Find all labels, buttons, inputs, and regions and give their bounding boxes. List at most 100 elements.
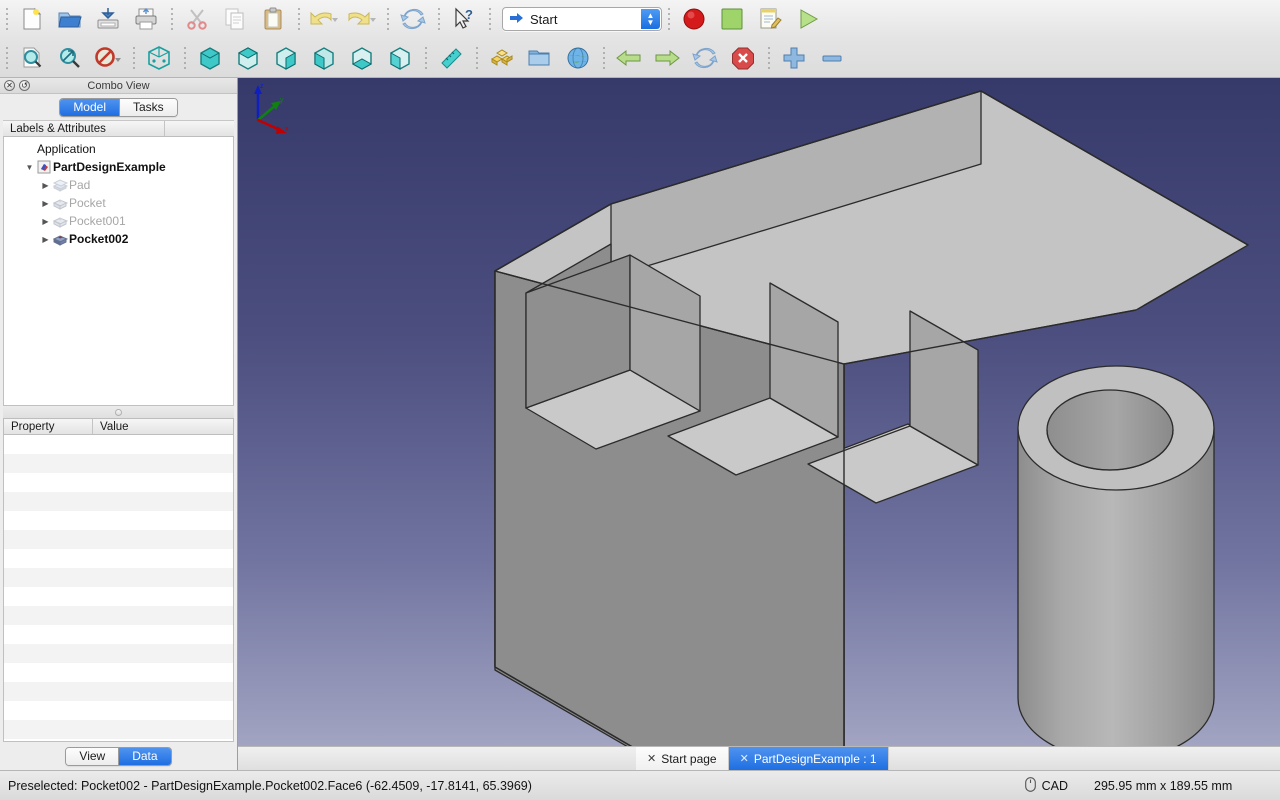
web-button[interactable] [559, 41, 597, 75]
toolbar-drag-handle[interactable] [485, 6, 494, 33]
property-row[interactable] [4, 682, 233, 701]
property-row[interactable] [4, 644, 233, 663]
close-icon[interactable]: ✕ [4, 80, 15, 91]
tree-item-pocket002[interactable]: ▶ Pocket002 [4, 230, 233, 248]
left-view-button[interactable] [381, 41, 419, 75]
zoom-in-button[interactable] [775, 41, 813, 75]
status-message: Preselected: Pocket002 - PartDesignExamp… [8, 778, 532, 793]
property-row[interactable] [4, 587, 233, 606]
macro-record-button[interactable] [675, 2, 713, 36]
toolbar-drag-handle[interactable] [434, 6, 443, 33]
toolbar-drag-handle[interactable] [383, 6, 392, 33]
whats-this-button[interactable]: ? [445, 2, 483, 36]
open-document-button[interactable] [51, 2, 89, 36]
macro-edit-button[interactable] [751, 2, 789, 36]
property-row[interactable] [4, 530, 233, 549]
property-row[interactable] [4, 492, 233, 511]
property-row[interactable] [4, 549, 233, 568]
rear-view-button[interactable] [305, 41, 343, 75]
property-row[interactable] [4, 454, 233, 473]
tree-item-pocket[interactable]: ▶ Pocket [4, 194, 233, 212]
toolbar-drag-handle[interactable] [421, 44, 430, 71]
property-row[interactable] [4, 435, 233, 454]
toolbar-drag-handle[interactable] [180, 44, 189, 71]
property-row[interactable] [4, 720, 233, 739]
tree-item-application[interactable]: Application [4, 140, 233, 158]
tab-data[interactable]: Data [118, 747, 171, 765]
chevron-down-icon[interactable]: ▼ [24, 163, 35, 172]
fit-all-button[interactable] [13, 41, 51, 75]
combo-view-titlebar: ✕ ↺ Combo View [0, 78, 237, 94]
fit-selection-button[interactable] [51, 41, 89, 75]
property-column-value: Value [92, 419, 233, 434]
copy-button[interactable] [216, 2, 254, 36]
property-row[interactable] [4, 701, 233, 720]
panel-splitter[interactable] [3, 406, 234, 418]
3d-viewport[interactable]: z y x [238, 78, 1280, 746]
nav-stop-button[interactable] [724, 41, 762, 75]
property-row[interactable] [4, 663, 233, 682]
tab-model[interactable]: Model [60, 98, 119, 116]
property-row[interactable] [4, 473, 233, 492]
property-row[interactable] [4, 568, 233, 587]
property-row[interactable] [4, 511, 233, 530]
close-icon[interactable]: ✕ [740, 752, 749, 765]
tree-item-partdesignexample[interactable]: ▼ PartDesignExample [4, 158, 233, 176]
model-tree[interactable]: Application ▼ PartDesignExample ▶ Pad ▶ Pocket… [3, 137, 234, 406]
chevron-right-icon[interactable]: ▶ [40, 235, 51, 244]
draw-style-button[interactable] [89, 41, 127, 75]
toolbar-drag-handle[interactable] [167, 6, 176, 33]
toolbar-drag-handle[interactable] [294, 6, 303, 33]
workbench-selector[interactable]: Start ▲ ▼ [502, 7, 662, 32]
property-row[interactable] [4, 625, 233, 644]
front-view-button[interactable] [191, 41, 229, 75]
macro-execute-button[interactable] [789, 2, 827, 36]
navigation-style-indicator[interactable]: CAD [1024, 776, 1094, 795]
right-view-button[interactable] [267, 41, 305, 75]
chevron-right-icon[interactable]: ▶ [40, 181, 51, 190]
axonometric-view-button[interactable] [140, 41, 178, 75]
undock-icon[interactable]: ↺ [19, 80, 30, 91]
undo-button[interactable] [305, 2, 343, 36]
document-tab-start-page[interactable]: ✕ Start page [636, 747, 729, 770]
tree-item-pocket001[interactable]: ▶ Pocket001 [4, 212, 233, 230]
toolbar-drag-handle[interactable] [2, 6, 11, 33]
property-editor[interactable] [3, 435, 234, 742]
toolbar-drag-handle[interactable] [664, 6, 673, 33]
refresh-button[interactable] [394, 2, 432, 36]
bottom-view-button[interactable] [343, 41, 381, 75]
document-tab-partdesignexample[interactable]: ✕ PartDesignExample : 1 [728, 747, 889, 770]
nav-forward-button[interactable] [648, 41, 686, 75]
chevron-right-icon[interactable]: ▶ [40, 199, 51, 208]
paste-button[interactable] [254, 2, 292, 36]
workbench-stepper[interactable]: ▲ ▼ [641, 9, 660, 30]
macro-stop-button[interactable] [713, 2, 751, 36]
toolbar-drag-handle[interactable] [2, 44, 11, 71]
print-document-button[interactable] [127, 2, 165, 36]
toolbar-drag-handle[interactable] [129, 44, 138, 71]
save-document-button[interactable] [89, 2, 127, 36]
measure-button[interactable] [432, 41, 470, 75]
top-view-button[interactable] [229, 41, 267, 75]
zoom-out-button[interactable] [813, 41, 851, 75]
workbench-part-button[interactable] [483, 41, 521, 75]
document-icon [35, 160, 53, 174]
cut-button[interactable] [178, 2, 216, 36]
tab-tasks[interactable]: Tasks [119, 98, 177, 116]
splitter-grip [115, 408, 122, 416]
folder-button[interactable] [521, 41, 559, 75]
new-document-button[interactable] [13, 2, 51, 36]
close-icon[interactable]: ✕ [647, 752, 656, 765]
pocket-icon [51, 196, 69, 210]
toolbar-drag-handle[interactable] [764, 44, 773, 71]
tab-view[interactable]: View [66, 747, 119, 765]
toolbar-drag-handle[interactable] [472, 44, 481, 71]
nav-reload-button[interactable] [686, 41, 724, 75]
tree-item-label: Pocket001 [69, 214, 126, 228]
redo-button[interactable] [343, 2, 381, 36]
tree-item-pad[interactable]: ▶ Pad [4, 176, 233, 194]
property-row[interactable] [4, 606, 233, 625]
nav-back-button[interactable] [610, 41, 648, 75]
toolbar-drag-handle[interactable] [599, 44, 608, 71]
chevron-right-icon[interactable]: ▶ [40, 217, 51, 226]
